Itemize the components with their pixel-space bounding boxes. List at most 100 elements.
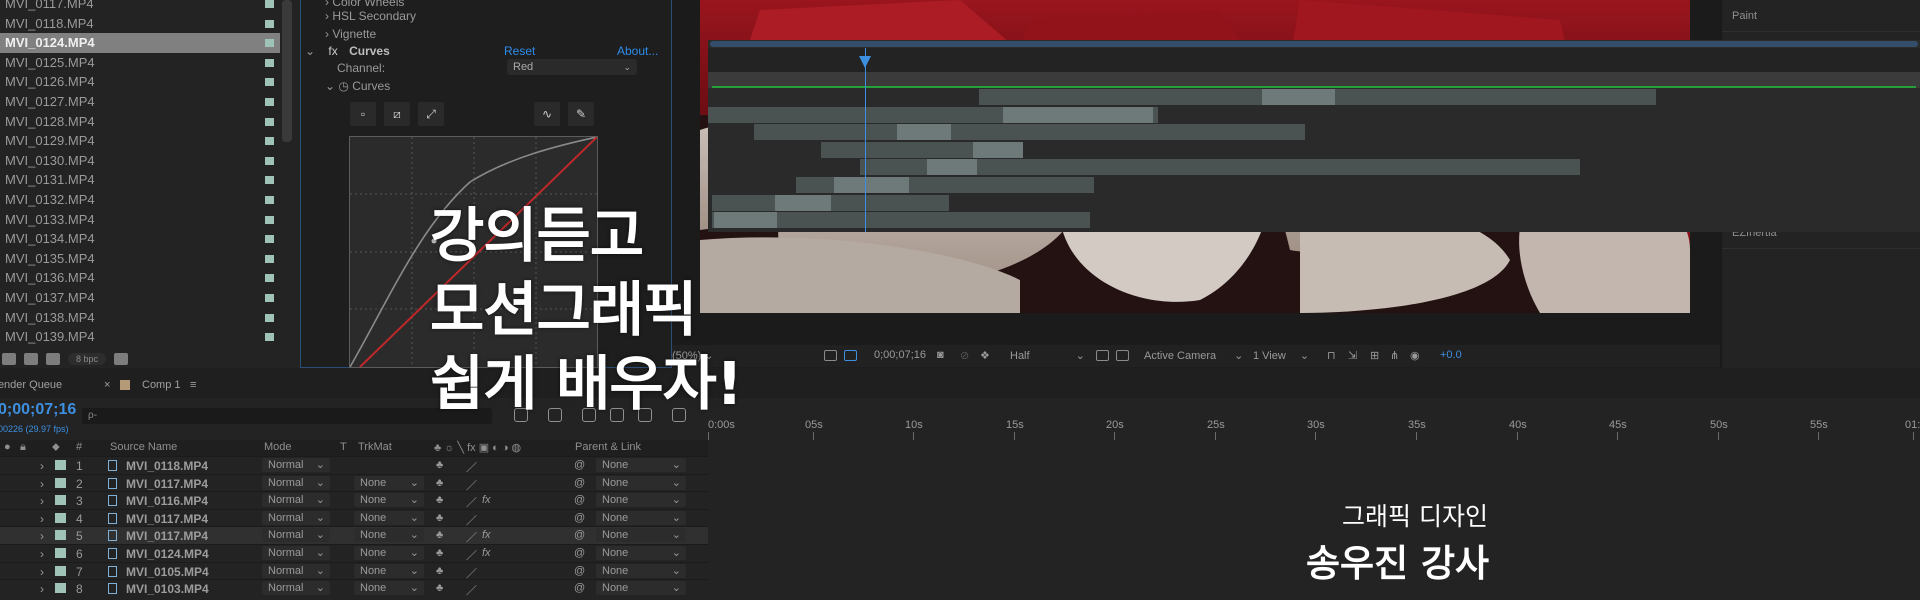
folder-icon[interactable] [2, 353, 16, 365]
layer-row[interactable]: › 6 MVI_0124.MP4 Normal ⌄ None ⌄ ♣ ／ fx @ None ⌄ [0, 544, 708, 562]
pick-whip-icon[interactable]: @ [574, 529, 585, 541]
trkmat-dropdown[interactable]: None ⌄ [354, 493, 424, 508]
color-channel-icon[interactable]: ❖ [980, 349, 990, 362]
trkmat-dropdown[interactable]: None ⌄ [354, 546, 424, 560]
label-color-swatch[interactable] [265, 19, 274, 28]
blend-mode-dropdown[interactable]: Normal ⌄ [262, 581, 330, 596]
layer-source-name[interactable]: MVI_0117.MP4 [126, 477, 208, 491]
timeline-timecode[interactable]: 0;00;07;16 [0, 401, 76, 419]
camera-dropdown[interactable]: Active Camera ⌄ [1144, 349, 1243, 362]
channel-dropdown[interactable]: Red ⌄ [507, 59, 637, 75]
safe-margins-icon[interactable] [824, 350, 837, 361]
layer-row[interactable]: › 5 MVI_0117.MP4 Normal ⌄ None ⌄ ♣ ／ fx @ None ⌄ [0, 526, 708, 544]
curves-sub-row[interactable]: ⌄ ◷ Curves [325, 78, 390, 94]
show-snapshot-icon[interactable]: ⊘ [960, 349, 969, 362]
camera-snapshot-icon[interactable]: ◙ [937, 349, 944, 361]
column-parent[interactable]: Parent & Link [575, 441, 641, 453]
curve-size-medium-button[interactable]: ⧄ [384, 102, 410, 126]
label-color-swatch[interactable] [265, 156, 274, 165]
expand-arrow-icon[interactable]: › [40, 547, 44, 561]
label-color-swatch[interactable] [265, 39, 274, 48]
label-color-swatch[interactable] [265, 235, 274, 244]
shy-switch-icon[interactable]: ♣ [436, 494, 443, 506]
flowchart-icon[interactable]: ⋔ [1390, 349, 1399, 362]
trkmat-dropdown[interactable]: None ⌄ [354, 563, 424, 578]
quality-switch-icon[interactable]: ／ [466, 529, 477, 545]
pick-whip-icon[interactable]: @ [574, 459, 585, 471]
fx-switch-icon[interactable]: fx [482, 529, 491, 541]
layer-duration-bar[interactable] [821, 141, 989, 158]
shy-switch-icon[interactable]: ♣ [436, 459, 443, 471]
toggle-pixel-aspect-icon[interactable]: ⊓ [1327, 349, 1336, 362]
parent-dropdown[interactable]: None ⌄ [596, 475, 686, 490]
blend-mode-dropdown[interactable]: Normal ⌄ [262, 563, 330, 578]
fast-previews-icon[interactable]: ⇲ [1348, 349, 1357, 362]
project-item[interactable]: MVI_0133.MP4 [0, 210, 280, 230]
project-item[interactable]: MVI_0125.MP4 [0, 53, 280, 73]
label-color-swatch[interactable] [265, 137, 274, 146]
viewer-timecode[interactable]: 0;00;07;16 [874, 349, 926, 361]
shy-switch-icon[interactable]: ♣ [436, 565, 443, 577]
shy-switch-icon[interactable]: ♣ [436, 547, 443, 559]
project-item[interactable]: MVI_0127.MP4 [0, 92, 280, 112]
quality-switch-icon[interactable]: ／ [466, 547, 477, 563]
pick-whip-icon[interactable]: @ [574, 512, 585, 524]
label-color-swatch[interactable] [265, 117, 274, 126]
project-item[interactable]: MVI_0117.MP4 [0, 0, 280, 14]
shy-switch-icon[interactable]: ♣ [436, 477, 443, 489]
parent-dropdown[interactable]: None ⌄ [596, 458, 686, 472]
parent-dropdown[interactable]: None ⌄ [596, 493, 686, 508]
reset-link[interactable]: Reset [504, 43, 535, 59]
hsl-secondary-item[interactable]: › HSL Secondary [325, 8, 416, 24]
project-item[interactable]: MVI_0132.MP4 [0, 190, 280, 210]
quality-switch-icon[interactable]: ／ [466, 494, 477, 510]
expand-arrow-icon[interactable]: › [40, 459, 44, 473]
layer-source-name[interactable]: MVI_0118.MP4 [126, 459, 208, 473]
current-time-indicator[interactable] [865, 48, 866, 232]
label-color-swatch[interactable] [265, 215, 274, 224]
layer-row[interactable]: › 1 MVI_0118.MP4 Normal ⌄ ♣ ／ @ None ⌄ [0, 456, 708, 474]
project-item[interactable]: MVI_0139.MP4 [0, 327, 280, 347]
layer-label-color[interactable] [55, 477, 66, 488]
mask-visibility-icon[interactable] [844, 350, 857, 361]
column-mode[interactable]: Mode [264, 441, 292, 453]
layer-row[interactable]: › 3 MVI_0116.MP4 Normal ⌄ None ⌄ ♣ ／ fx @ None ⌄ [0, 491, 708, 509]
layer-duration-bar[interactable] [754, 124, 1305, 141]
transparency-grid-icon[interactable] [1116, 350, 1129, 361]
blend-mode-dropdown[interactable]: Normal ⌄ [262, 493, 330, 508]
column-source-name[interactable]: Source Name [110, 441, 177, 453]
pencil-curve-tool[interactable]: ✎ [568, 102, 594, 126]
blend-mode-dropdown[interactable]: Normal ⌄ [262, 458, 330, 472]
quality-switch-icon[interactable]: ／ [466, 582, 477, 598]
layer-label-color[interactable] [55, 565, 66, 576]
layer-source-name[interactable]: MVI_0117.MP4 [126, 512, 208, 526]
layer-source-name[interactable]: MVI_0124.MP4 [126, 547, 209, 561]
pick-whip-icon[interactable]: @ [574, 565, 585, 577]
column-trkmat[interactable]: TrkMat [358, 441, 392, 453]
shy-switch-icon[interactable]: ♣ [436, 582, 443, 594]
fx-switch-icon[interactable]: fx [482, 494, 491, 506]
label-color-swatch[interactable] [265, 176, 274, 185]
layer-row[interactable]: › 4 MVI_0117.MP4 Normal ⌄ None ⌄ ♣ ／ @ None ⌄ [0, 508, 708, 527]
panel-menu-icon[interactable]: ≡ [190, 379, 196, 391]
project-item[interactable]: MVI_0126.MP4 [0, 72, 280, 92]
flowchart-icon[interactable] [46, 353, 60, 365]
curve-size-small-button[interactable]: ▫ [350, 102, 376, 126]
fx-switch-icon[interactable]: fx [482, 547, 491, 559]
expand-arrow-icon[interactable]: › [40, 494, 44, 508]
pick-whip-icon[interactable]: @ [574, 582, 585, 594]
expand-arrow-icon[interactable]: › [40, 477, 44, 491]
blend-mode-dropdown[interactable]: Normal ⌄ [262, 475, 330, 490]
blend-mode-dropdown[interactable]: Normal ⌄ [262, 528, 330, 543]
layer-source-name[interactable]: MVI_0117.MP4 [126, 529, 208, 543]
project-item[interactable]: MVI_0131.MP4 [0, 170, 280, 190]
label-color-swatch[interactable] [265, 254, 274, 263]
project-item[interactable]: MVI_0137.MP4 [0, 288, 280, 308]
label-color-swatch[interactable] [265, 58, 274, 67]
label-color-swatch[interactable] [265, 78, 274, 87]
panel-paint[interactable]: Paint [1732, 10, 1757, 22]
pick-whip-icon[interactable]: @ [574, 494, 585, 506]
layer-source-name[interactable]: MVI_0105.MP4 [126, 565, 209, 579]
project-item[interactable]: MVI_0134.MP4 [0, 229, 280, 249]
expand-arrow-icon[interactable]: › [40, 565, 44, 579]
